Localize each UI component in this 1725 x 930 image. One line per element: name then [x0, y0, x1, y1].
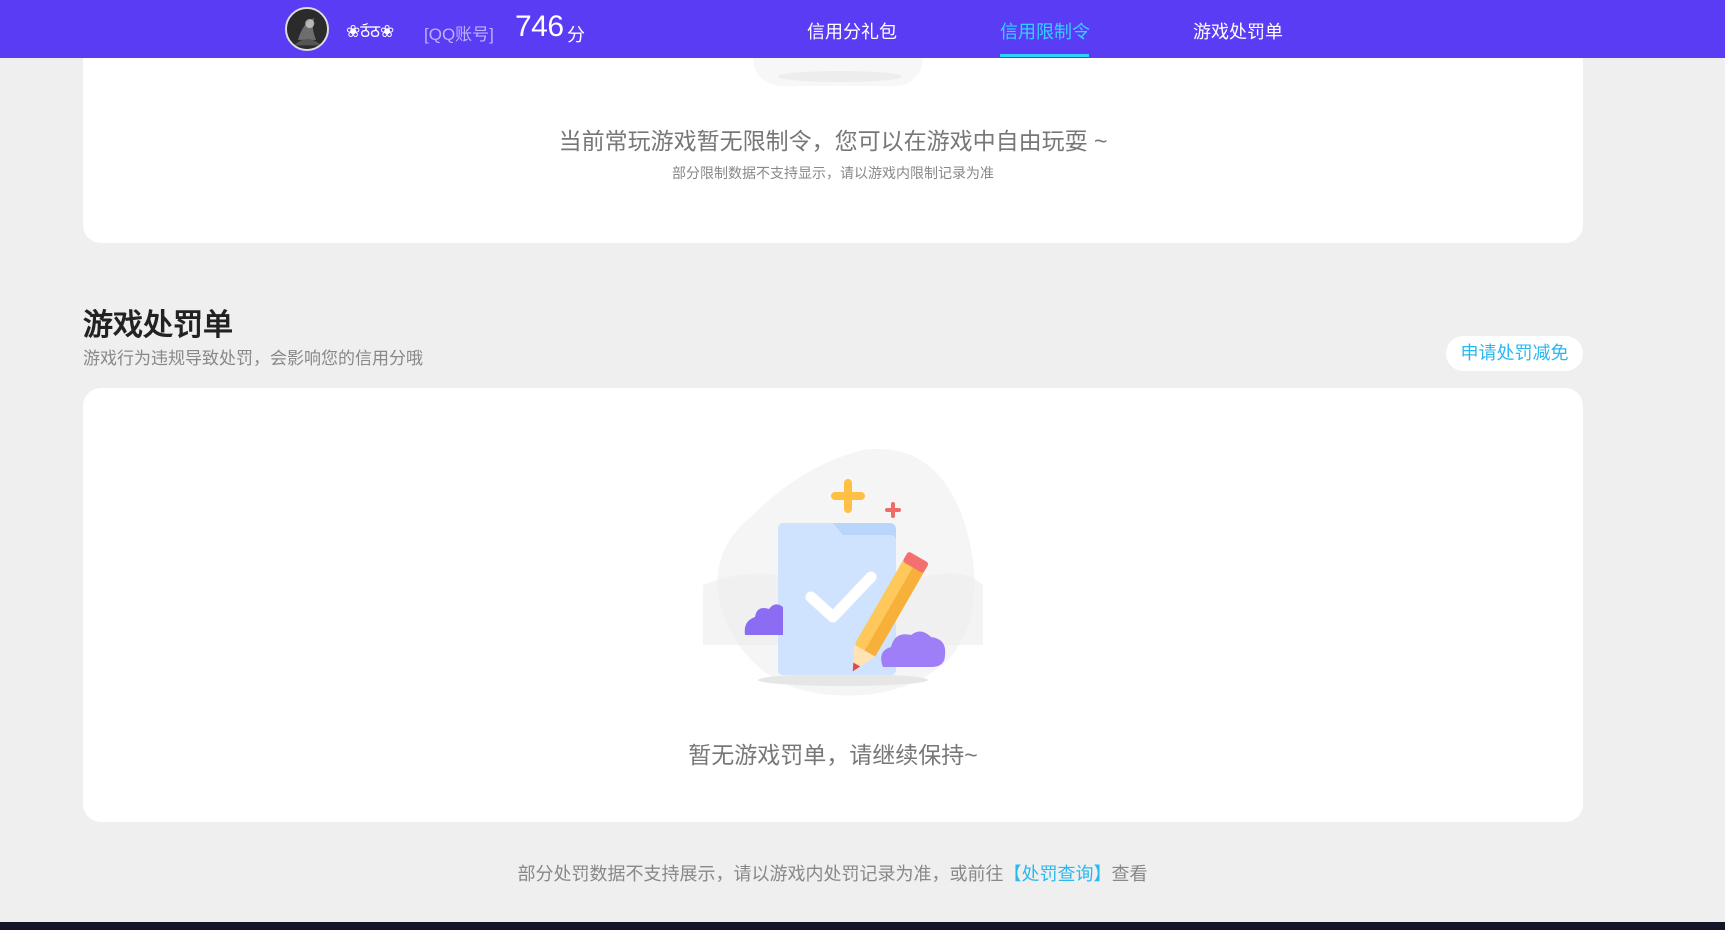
footer-note-suffix: 查看	[1111, 864, 1148, 884]
penalty-query-link[interactable]: 【处罚查询】	[1004, 864, 1112, 884]
tab-game-penalty[interactable]: 游戏处罚单	[1193, 18, 1283, 44]
tab-credit-gift[interactable]: 信用分礼包	[807, 18, 897, 44]
user-nickname: ❀ठ᷄ठ❀	[346, 22, 395, 41]
restriction-note: 部分限制数据不支持显示，请以游戏内限制记录为准	[672, 165, 994, 181]
account-type-label: [QQ账号]	[424, 25, 494, 44]
penalty-footer-note: 部分处罚数据不支持展示，请以游戏内处罚记录为准，或前往【处罚查询】查看	[0, 860, 1665, 886]
apply-penalty-reduction-button[interactable]: 申请处罚减免	[1446, 336, 1583, 371]
active-tab-indicator	[1000, 54, 1089, 57]
credit-score-unit: 分	[567, 25, 585, 45]
restriction-illustration-shadow	[778, 71, 902, 82]
penalty-empty-text: 暂无游戏罚单，请继续保持~	[688, 742, 978, 768]
credit-score-value: 746	[515, 10, 564, 43]
penalty-section-subtitle: 游戏行为违规导致处罚，会影响您的信用分哦	[83, 349, 423, 368]
user-avatar[interactable]	[285, 7, 329, 51]
penalty-section-title: 游戏处罚单	[83, 309, 233, 342]
footer-note-prefix: 部分处罚数据不支持展示，请以游戏内处罚记录为准，或前往	[517, 864, 1004, 884]
bottom-strip	[0, 922, 1725, 930]
restriction-empty-text: 当前常玩游戏暂无限制令，您可以在游戏中自由玩耍 ~	[558, 128, 1108, 154]
tab-credit-restriction[interactable]: 信用限制令	[1000, 18, 1090, 44]
checked-document-pencil-icon	[693, 445, 993, 707]
top-nav-bar: ❀ठ᷄ठ❀ [QQ账号] 746 分 信用分礼包 信用限制令 游戏处罚单	[0, 0, 1725, 58]
avatar-image	[287, 9, 327, 49]
